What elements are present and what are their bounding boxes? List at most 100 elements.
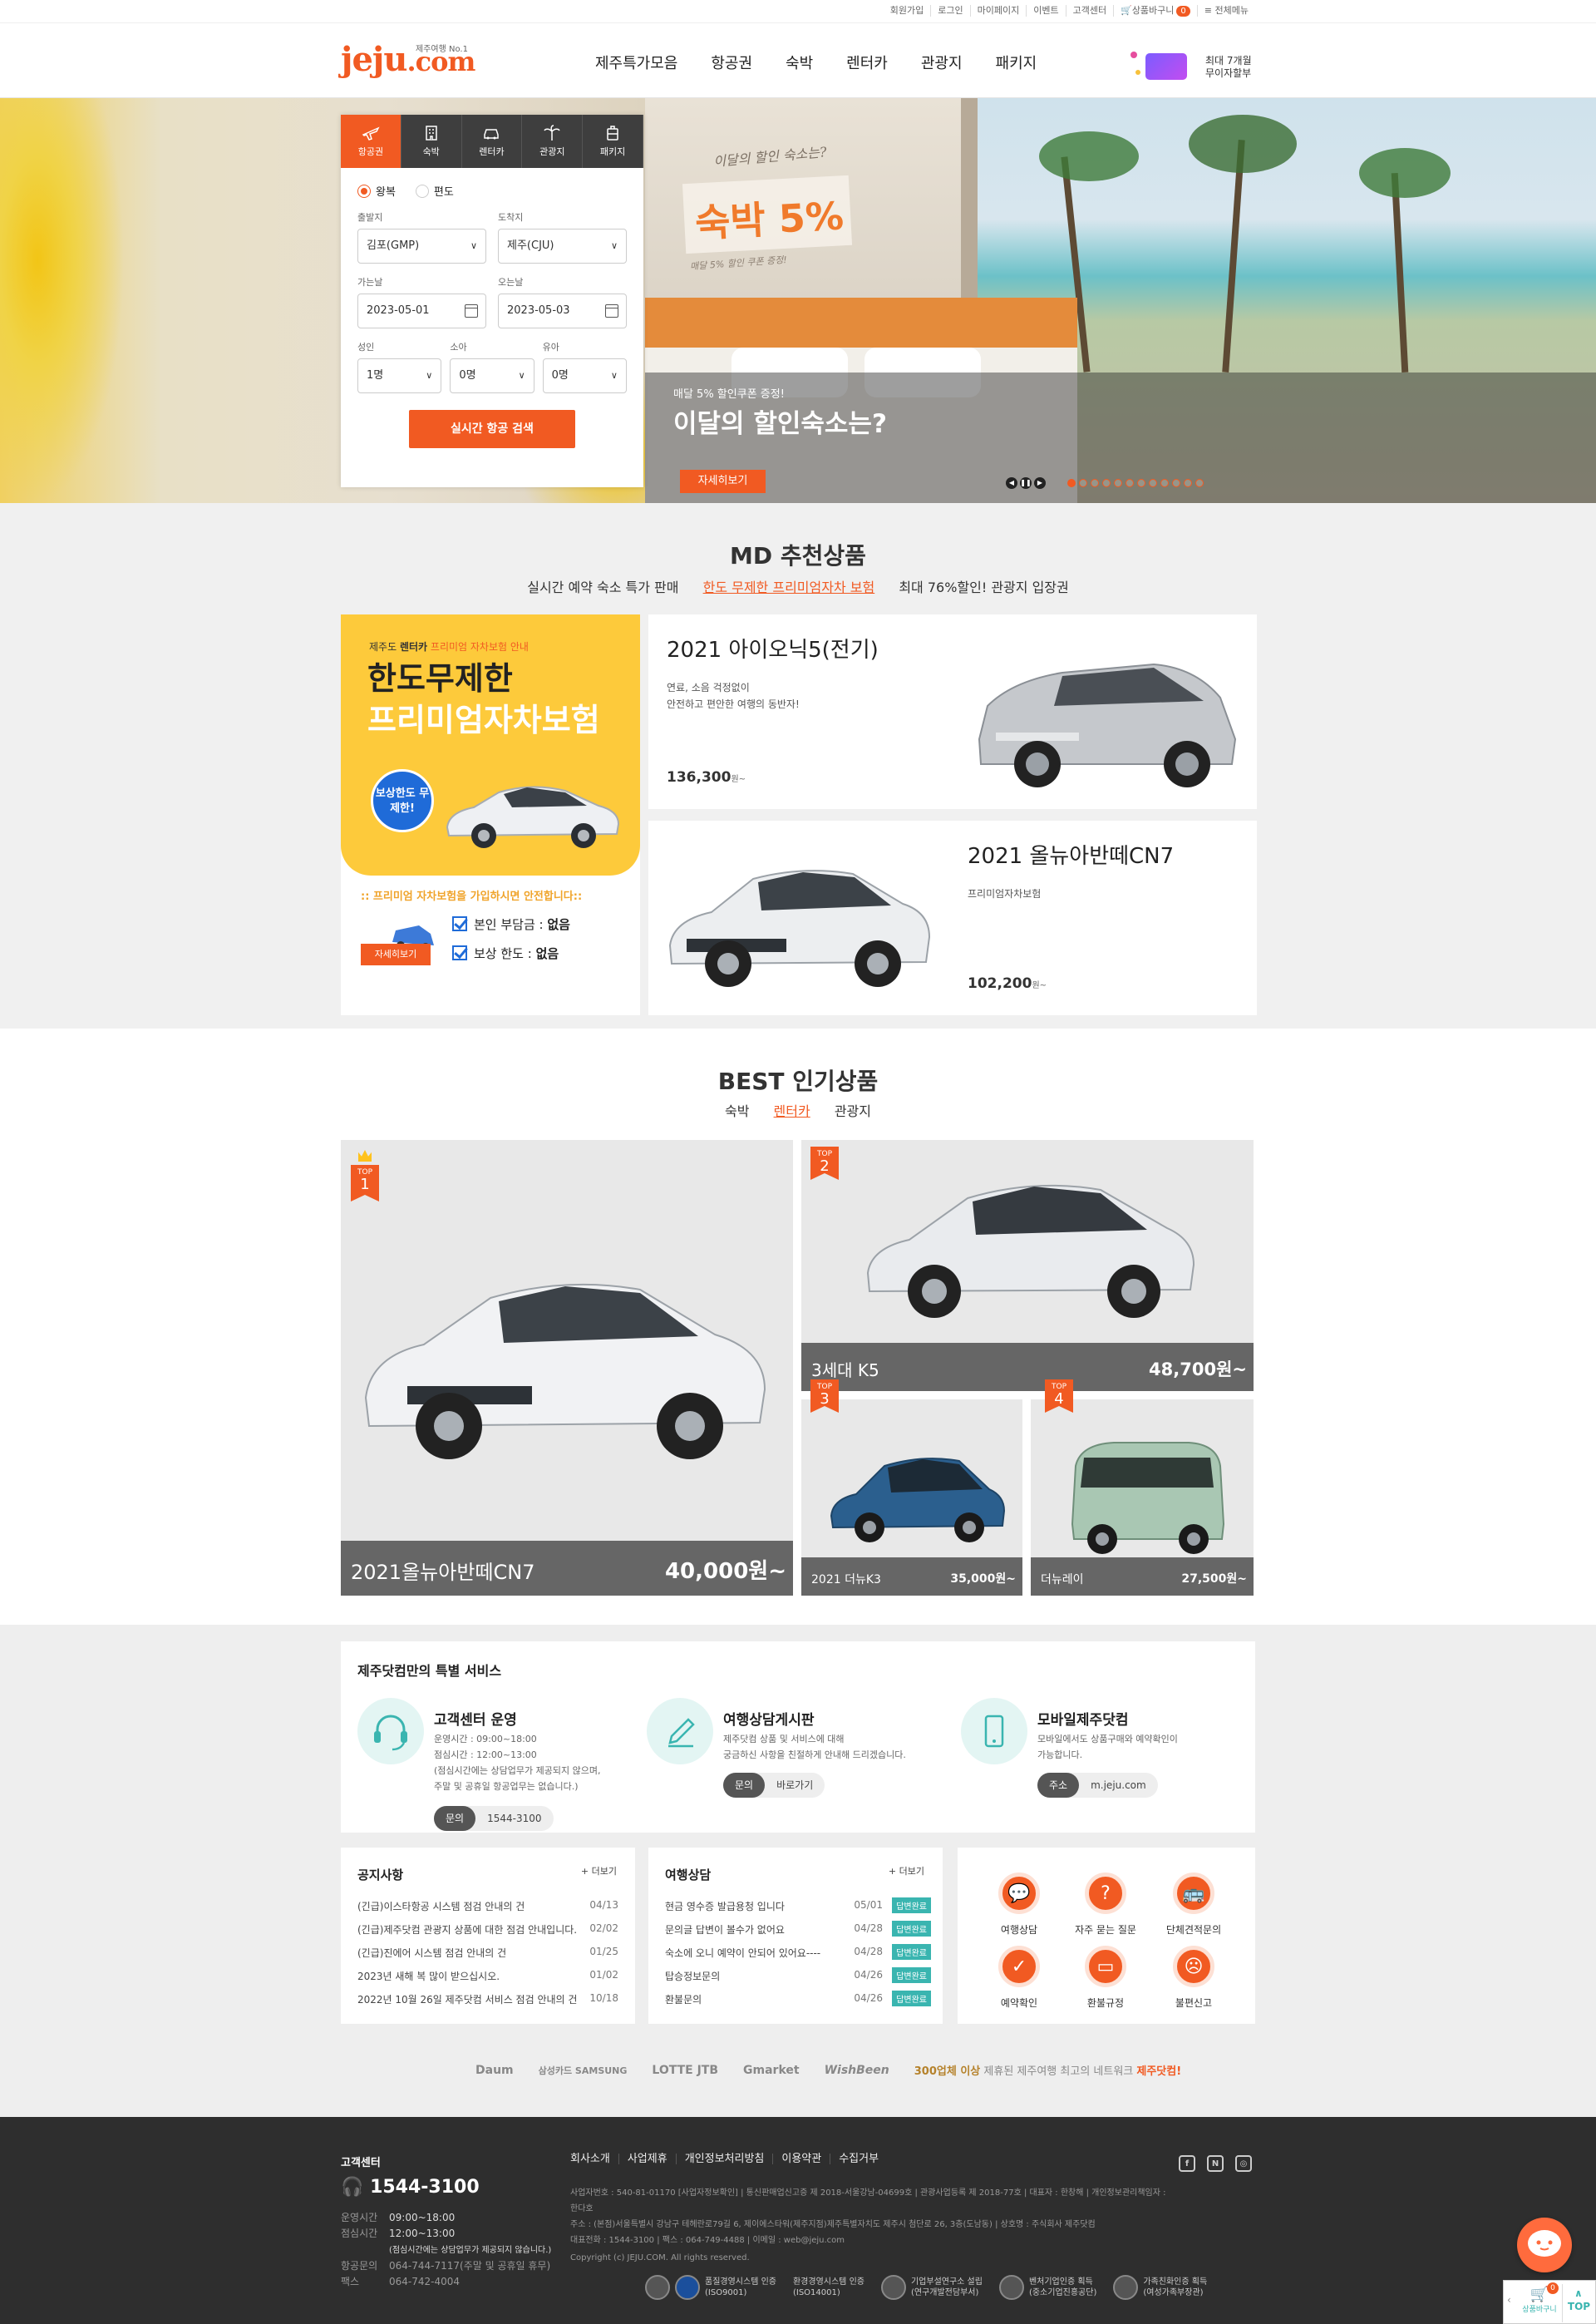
footer-link-terms[interactable]: 이용약관 bbox=[773, 2154, 831, 2164]
notice-item[interactable]: (긴급)진에어 시스템 점검 안내의 건 01/25 bbox=[357, 1946, 618, 1969]
slider-dot[interactable] bbox=[1195, 479, 1204, 487]
md-tab-tickets[interactable]: 최대 76%할인! 관광지 입장권 bbox=[899, 580, 1068, 595]
partner-lottejtb-logo[interactable]: LOTTE JTB bbox=[652, 2064, 718, 2077]
mypage-link[interactable]: 마이페이지 bbox=[971, 5, 1027, 17]
notice-item[interactable]: (긴급)이스타항공 시스템 점검 안내의 건 04/13 bbox=[357, 1899, 618, 1922]
nav-tour[interactable]: 관광지 bbox=[904, 52, 979, 73]
slider-dot[interactable] bbox=[1160, 479, 1169, 487]
tab-tour[interactable]: 관광지 bbox=[522, 115, 584, 168]
quick-refund-policy[interactable]: ▭ 환불규정 bbox=[1064, 1946, 1147, 2010]
calendar-icon[interactable] bbox=[605, 304, 618, 318]
cart-link[interactable]: 🛒상품바구니 0 bbox=[1114, 5, 1198, 17]
slider-dot[interactable] bbox=[1079, 479, 1087, 487]
chatbot-button[interactable] bbox=[1517, 2218, 1572, 2272]
best-item-3[interactable]: 2021 더뉴K3 35,000원~ bbox=[801, 1399, 1022, 1596]
quick-reservation-check[interactable]: ✓ 예약확인 bbox=[978, 1946, 1061, 2010]
best-item-4[interactable]: 더뉴레이 27,500원~ bbox=[1031, 1399, 1254, 1596]
footer-link-about[interactable]: 회사소개 bbox=[570, 2154, 619, 2164]
notice-item[interactable]: 2022년 10월 26일 제주닷컴 서비스 점검 안내의 건 10/18 bbox=[357, 1992, 618, 2016]
mobile-url-pill[interactable]: 주소 m.jeju.com bbox=[1037, 1773, 1158, 1798]
go-date-input[interactable]: 2023-05-01 bbox=[357, 294, 486, 328]
slider-dot[interactable] bbox=[1184, 479, 1192, 487]
md-tab-stay[interactable]: 실시간 예약 숙소 특가 판매 bbox=[527, 580, 678, 595]
consult-more-link[interactable]: + 더보기 bbox=[889, 1864, 924, 1877]
partner-daum-logo[interactable]: Daum bbox=[475, 2064, 514, 2077]
radio-roundtrip[interactable]: 왕복 bbox=[357, 183, 396, 199]
md-tab-insurance[interactable]: 한도 무제한 프리미엄자차 보험 bbox=[703, 580, 875, 595]
footer-link-email-refusal[interactable]: 수집거부 bbox=[830, 2154, 887, 2164]
best-tab-stay[interactable]: 숙박 bbox=[725, 1103, 749, 1119]
login-link[interactable]: 로그인 bbox=[931, 5, 971, 17]
best-item-2[interactable]: 3세대 K5 48,700원~ bbox=[801, 1140, 1254, 1391]
nav-jeju-deals[interactable]: 제주특가모음 bbox=[579, 52, 694, 73]
quick-faq[interactable]: ? 자주 묻는 질문 bbox=[1064, 1873, 1147, 1937]
tab-package[interactable]: 패키지 bbox=[583, 115, 643, 168]
quick-consult[interactable]: 💬 여행상담 bbox=[978, 1873, 1061, 1937]
slider-dot[interactable] bbox=[1102, 479, 1111, 487]
tab-stay[interactable]: 숙박 bbox=[401, 115, 462, 168]
chevron-left-icon[interactable]: ‹ bbox=[1507, 2294, 1511, 2306]
cert-text: 기업부설연구소 설립 bbox=[910, 2277, 983, 2287]
child-select[interactable]: 0명 ∨ bbox=[450, 358, 534, 393]
banner-detail-button[interactable]: 자세히보기 bbox=[361, 944, 431, 965]
partner-samsungcard-logo[interactable]: 삼성카드 SAMSUNG bbox=[539, 2064, 628, 2077]
depart-select[interactable]: 김포(GMP) ∨ bbox=[357, 229, 486, 264]
cs-phone-pill[interactable]: 문의 1544-3100 bbox=[434, 1806, 554, 1831]
best-item-1[interactable]: 2021올뉴아반떼CN7 40,000원~ bbox=[341, 1140, 793, 1596]
infant-select[interactable]: 0명 ∨ bbox=[542, 358, 627, 393]
signup-link[interactable]: 회원가입 bbox=[884, 5, 932, 17]
partner-wishbeen-logo[interactable]: WishBeen bbox=[825, 2064, 889, 2077]
nav-package[interactable]: 패키지 bbox=[979, 52, 1054, 73]
notice-item[interactable]: 2023년 새해 복 많이 받으십시오. 01/02 bbox=[357, 1969, 618, 1992]
flight-search-button[interactable]: 실시간 항공 검색 bbox=[409, 410, 575, 448]
instagram-icon[interactable]: ◎ bbox=[1235, 2155, 1252, 2172]
consult-item[interactable]: 문의글 답변이 볼수가 없어요 04/28 답변완료 bbox=[665, 1921, 931, 1946]
notice-item[interactable]: (긴급)제주닷컴 관광지 상품에 대한 점검 안내입니다. 02/02 bbox=[357, 1922, 618, 1946]
slider-dot[interactable] bbox=[1091, 479, 1099, 487]
cs-link[interactable]: 고객센터 bbox=[1066, 5, 1115, 17]
slider-dot[interactable] bbox=[1126, 479, 1134, 487]
tab-rentcar[interactable]: 렌터카 bbox=[462, 115, 523, 168]
pause-icon[interactable]: ❚❚ bbox=[1020, 477, 1032, 489]
naver-icon[interactable]: N bbox=[1207, 2155, 1224, 2172]
cert-text: 품질경영시스템 인증 bbox=[705, 2277, 776, 2287]
slider-dot[interactable] bbox=[1137, 479, 1145, 487]
best-tab-rentcar[interactable]: 렌터카 bbox=[774, 1103, 810, 1119]
slider-dot[interactable] bbox=[1067, 479, 1076, 487]
radio-oneway[interactable]: 편도 bbox=[415, 183, 454, 199]
prev-icon[interactable]: ◀ bbox=[1006, 477, 1017, 489]
md-card-ioniq5[interactable]: 2021 아이오닉5(전기) 연료, 소음 걱정없이 안전하고 편안한 여행의 동… bbox=[648, 614, 1257, 809]
consult-item[interactable]: 숙소에 오니 예약이 안되어 있어요---- 04/28 답변완료 bbox=[665, 1944, 931, 1969]
facebook-icon[interactable]: f bbox=[1179, 2155, 1195, 2172]
consult-item[interactable]: 환불문의 04/26 답변완료 bbox=[665, 1991, 931, 2016]
event-link[interactable]: 이벤트 bbox=[1027, 5, 1066, 17]
best-tab-tour[interactable]: 관광지 bbox=[835, 1103, 871, 1119]
arrive-select[interactable]: 제주(CJU) ∨ bbox=[498, 229, 627, 264]
nav-stay[interactable]: 숙박 bbox=[769, 52, 830, 73]
partner-gmarket-logo[interactable]: Gmarket bbox=[743, 2064, 800, 2077]
calendar-icon[interactable] bbox=[465, 304, 478, 318]
scroll-top-button[interactable]: ∧ TOP bbox=[1562, 2284, 1595, 2322]
all-menu-link[interactable]: ≡ 전체메뉴 bbox=[1198, 5, 1255, 17]
consult-item[interactable]: 탑승정보문의 04/26 답변완료 bbox=[665, 1967, 931, 1992]
quick-group-quote[interactable]: 🚌 단체견적문의 bbox=[1152, 1873, 1235, 1937]
slider-dot[interactable] bbox=[1114, 479, 1122, 487]
md-card-avante[interactable]: 2021 올뉴아반떼CN7 프리미엄자차보험 102,200원~ bbox=[648, 821, 1257, 1015]
slider-dot[interactable] bbox=[1149, 479, 1157, 487]
footer-link-privacy[interactable]: 개인정보처리방침 bbox=[677, 2154, 774, 2164]
nav-flights[interactable]: 항공권 bbox=[694, 52, 769, 73]
hero-detail-button[interactable]: 자세히보기 bbox=[680, 470, 766, 493]
adult-select[interactable]: 1명 ∨ bbox=[357, 358, 442, 393]
nav-rentcar[interactable]: 렌터카 bbox=[830, 52, 904, 73]
next-icon[interactable]: ▶ bbox=[1034, 477, 1046, 489]
tab-flights[interactable]: 항공권 bbox=[341, 115, 401, 168]
insurance-banner[interactable]: 제주도 렌터카 프리미엄 자차보험 안내 한도무제한 프리미엄자차보험 보상한도… bbox=[341, 614, 640, 1015]
consult-item[interactable]: 현금 영수증 발급용청 입니다 05/01 답변완료 bbox=[665, 1897, 931, 1922]
installment-promo[interactable]: 최대 7개월 무이자할부 bbox=[1129, 48, 1258, 81]
quick-complaint[interactable]: ☹ 불편신고 bbox=[1152, 1946, 1235, 2010]
consult-go-pill[interactable]: 문의 바로가기 bbox=[723, 1773, 825, 1798]
footer-link-partnership[interactable]: 사업제휴 bbox=[619, 2154, 677, 2164]
slider-dot[interactable] bbox=[1172, 479, 1180, 487]
return-date-input[interactable]: 2023-05-03 bbox=[498, 294, 627, 328]
notice-more-link[interactable]: + 더보기 bbox=[581, 1864, 617, 1877]
